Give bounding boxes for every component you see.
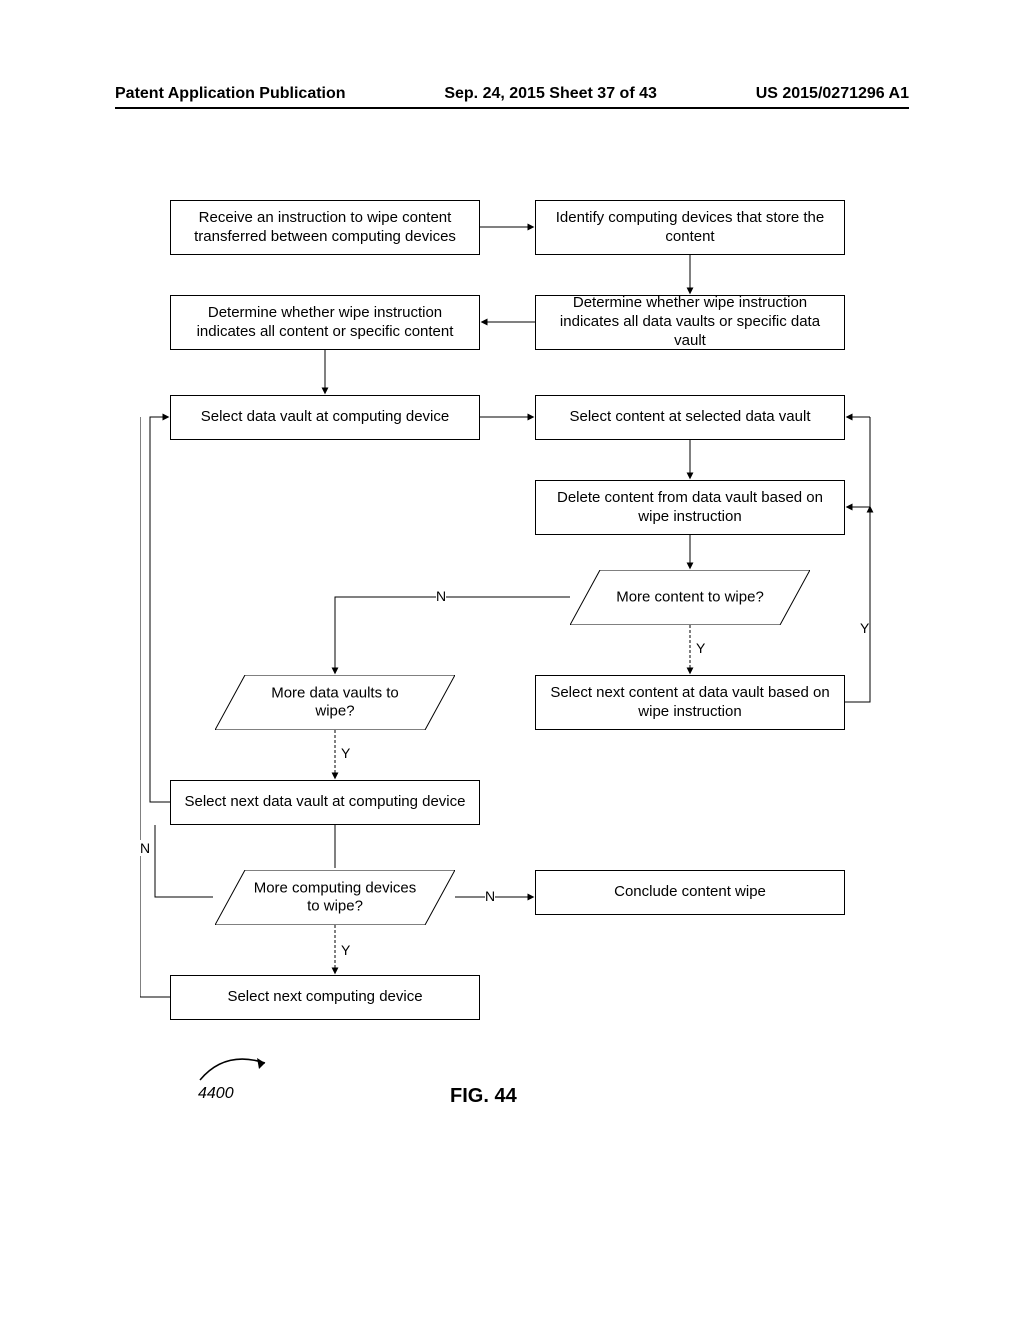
decision-text: More content to wipe? — [606, 588, 774, 607]
node-conclude-wipe: Conclude content wipe — [535, 870, 845, 915]
node-text: Select next content at data vault based … — [546, 684, 834, 722]
node-text: Select data vault at computing device — [201, 408, 449, 427]
node-text: Identify computing devices that store th… — [546, 209, 834, 247]
header-mid: Sep. 24, 2015 Sheet 37 of 43 — [444, 85, 657, 103]
node-text: Receive an instruction to wipe content t… — [181, 209, 469, 247]
figure-label: FIG. 44 — [450, 1085, 517, 1108]
decision-text: More computing devices to wipe? — [251, 879, 419, 917]
node-text: Delete content from data vault based on … — [546, 489, 834, 527]
node-determine-content: Determine whether wipe instruction indic… — [170, 295, 480, 350]
node-text: Select next computing device — [227, 988, 422, 1007]
label-y-d2: Y — [341, 745, 350, 761]
node-text: Select content at selected data vault — [570, 408, 811, 427]
label-n-d1: N — [436, 588, 446, 604]
node-select-content: Select content at selected data vault — [535, 395, 845, 440]
node-text: Conclude content wipe — [614, 883, 766, 902]
decision-text: More data vaults to wipe? — [251, 684, 419, 722]
label-y-right: Y — [860, 620, 869, 636]
node-text: Determine whether wipe instruction indic… — [546, 294, 834, 350]
ref-curve — [195, 1055, 275, 1085]
node-receive-instruction: Receive an instruction to wipe content t… — [170, 200, 480, 255]
node-select-vault: Select data vault at computing device — [170, 395, 480, 440]
decision-more-devices: More computing devices to wipe? — [215, 870, 455, 925]
node-text: Determine whether wipe instruction indic… — [181, 304, 469, 342]
ref-number: 4400 — [198, 1085, 234, 1103]
label-n-d3: N — [485, 888, 495, 904]
node-select-next-content: Select next content at data vault based … — [535, 675, 845, 730]
node-select-next-vault: Select next data vault at computing devi… — [170, 780, 480, 825]
label-n-left: N — [140, 840, 150, 856]
decision-more-vaults: More data vaults to wipe? — [215, 675, 455, 730]
flowchart: Receive an instruction to wipe content t… — [140, 200, 880, 1190]
node-select-next-device: Select next computing device — [170, 975, 480, 1020]
header-left: Patent Application Publication — [115, 85, 346, 103]
node-delete-content: Delete content from data vault based on … — [535, 480, 845, 535]
node-text: Select next data vault at computing devi… — [184, 793, 465, 812]
decision-more-content: More content to wipe? — [570, 570, 810, 625]
node-determine-vaults: Determine whether wipe instruction indic… — [535, 295, 845, 350]
node-identify-devices: Identify computing devices that store th… — [535, 200, 845, 255]
label-y-d3: Y — [341, 942, 350, 958]
header-right: US 2015/0271296 A1 — [756, 85, 909, 103]
label-y-d1: Y — [696, 640, 705, 656]
page-header: Patent Application Publication Sep. 24, … — [115, 85, 909, 109]
